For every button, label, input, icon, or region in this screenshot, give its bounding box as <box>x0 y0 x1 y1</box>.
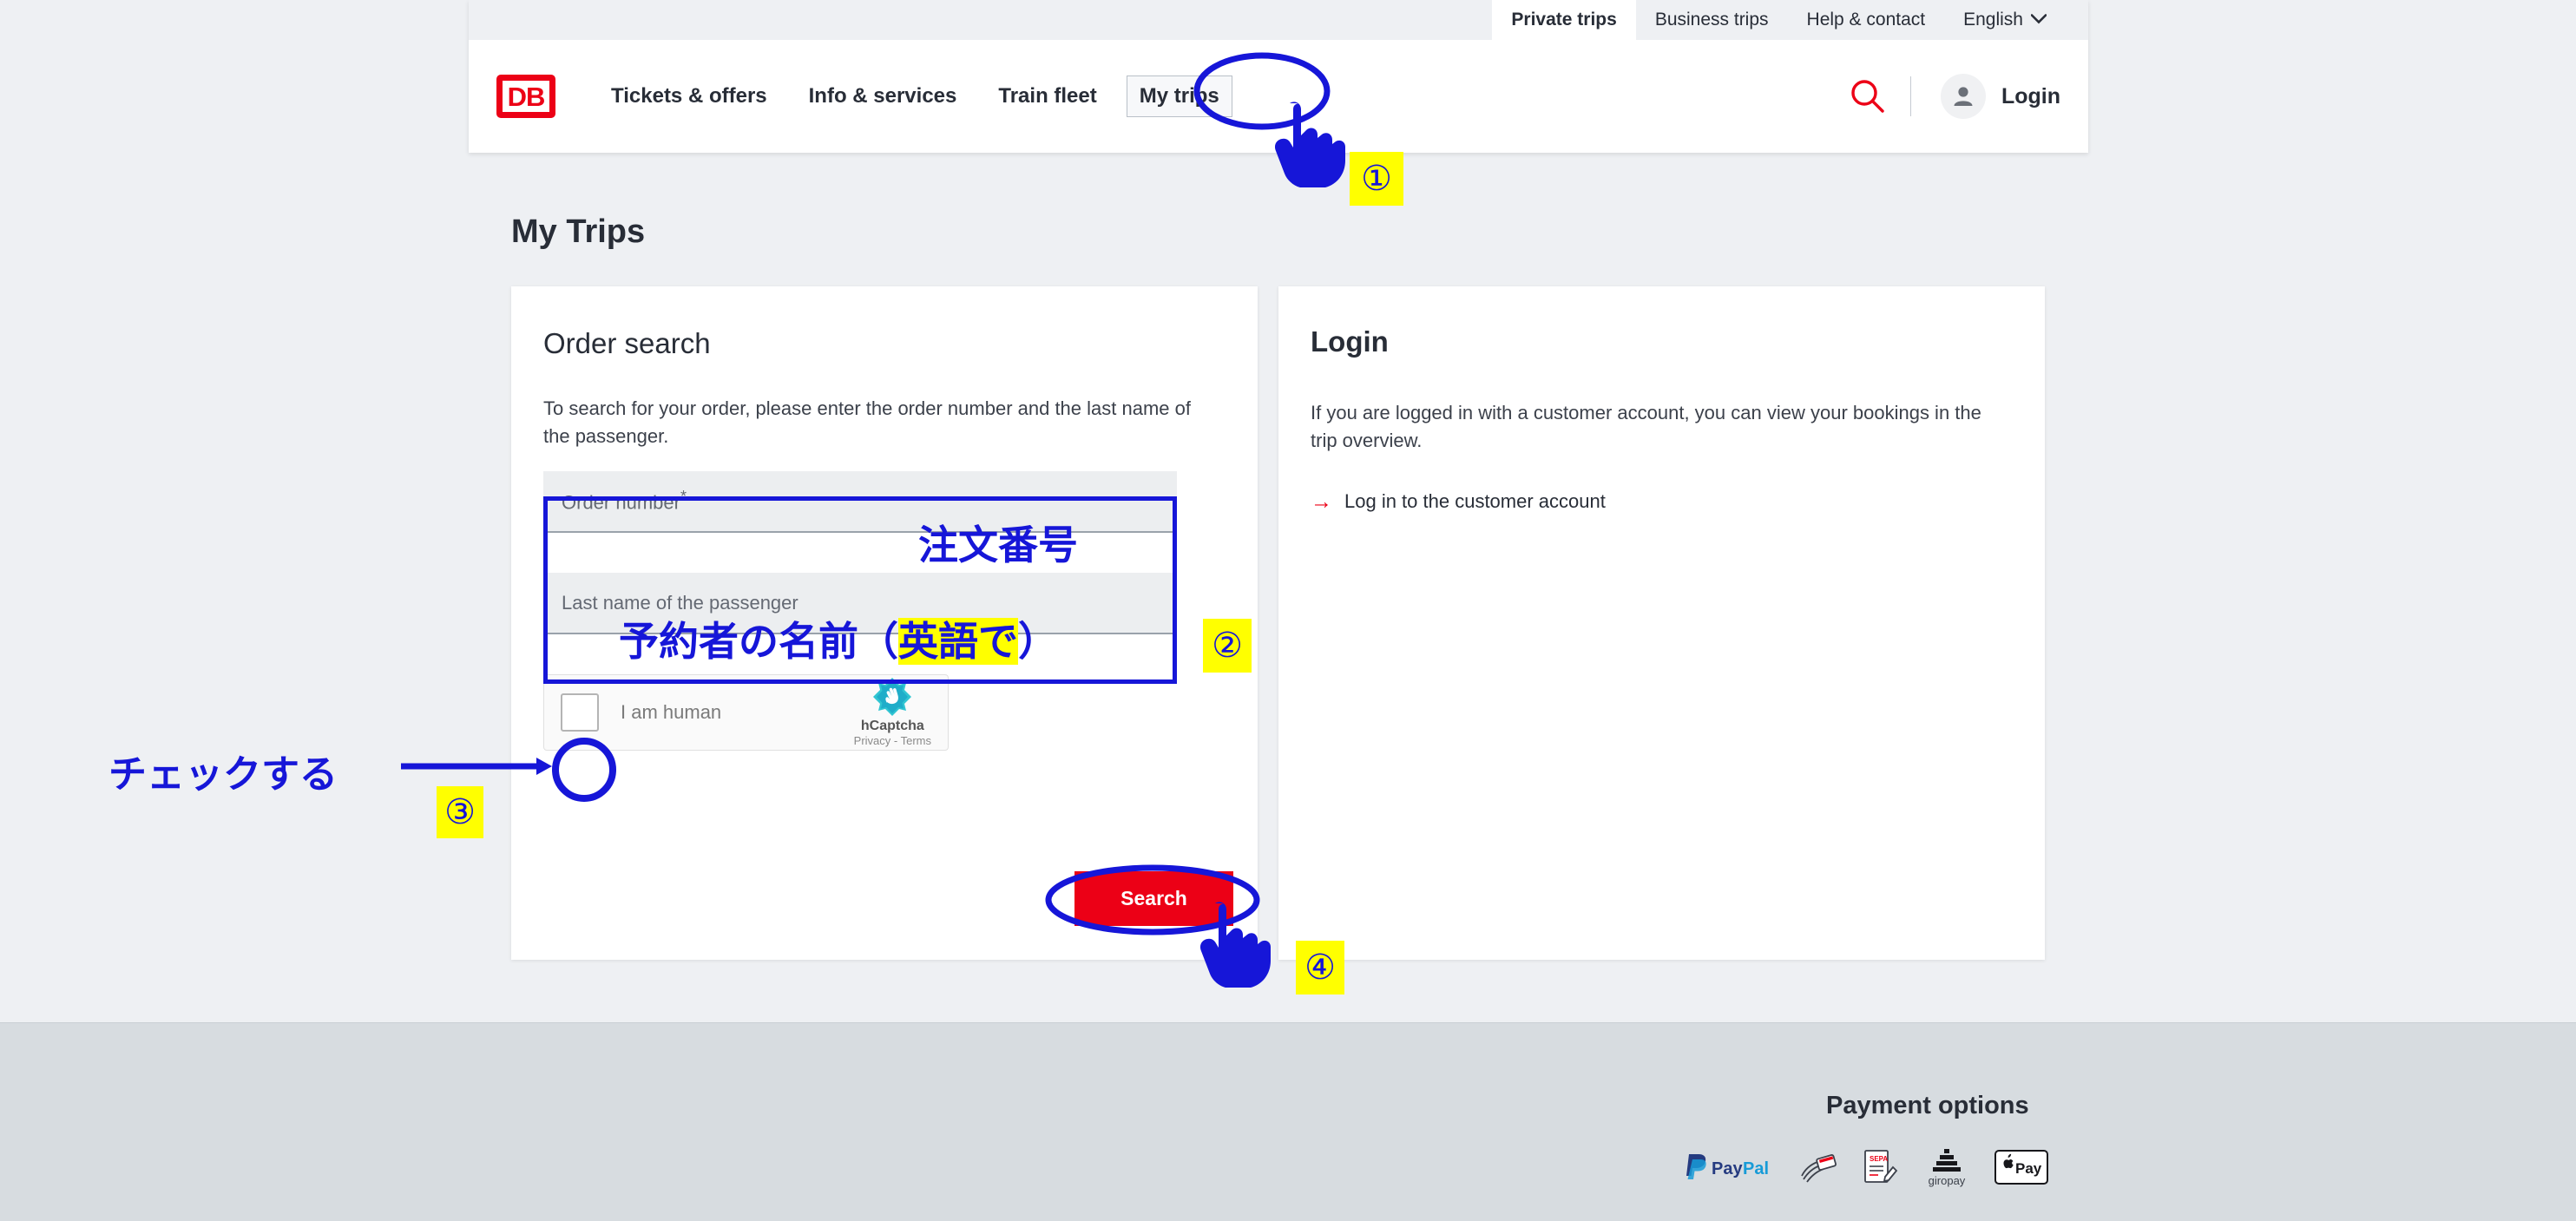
meta-nav-label: English <box>1963 10 2023 30</box>
credit-card-icon <box>1798 1147 1838 1187</box>
svg-text:SEPA: SEPA <box>1870 1155 1888 1163</box>
sepa-direct-debit-icon: SEPA <box>1863 1147 1899 1187</box>
hcaptcha-terms-link[interactable]: Privacy - Terms <box>854 734 931 748</box>
step-badge-2: ② <box>1203 619 1252 673</box>
meta-nav-business-trips[interactable]: Business trips <box>1636 0 1788 40</box>
i-am-human-checkbox[interactable] <box>561 693 599 732</box>
meta-nav-label: Help & contact <box>1806 10 1926 30</box>
page-title: My Trips <box>511 213 646 250</box>
order-search-description: To search for your order, please enter t… <box>543 397 1191 447</box>
db-logo-text: DB <box>507 81 546 112</box>
apple-pay-icon: Pay <box>1994 1147 2048 1187</box>
nav-item-label: Train fleet <box>998 84 1097 108</box>
giropay-icon: giropay <box>1923 1147 1970 1187</box>
header-divider <box>1909 76 1911 116</box>
svg-text:giropay: giropay <box>1929 1174 1966 1187</box>
main-navigation: DB Tickets & offers Info & services Trai… <box>469 40 2088 153</box>
customer-account-link-label: Log in to the customer account <box>1344 490 1606 512</box>
footer <box>0 1022 2576 1221</box>
avatar[interactable] <box>1940 74 1986 119</box>
step-badge-3: ③ <box>437 786 483 838</box>
hcaptcha-brand-name: hCaptcha <box>860 719 924 734</box>
search-icon[interactable] <box>1848 76 1888 116</box>
meta-nav-label: Business trips <box>1654 10 1769 30</box>
chevron-down-icon <box>2030 13 2047 28</box>
step-badge-1: ① <box>1350 152 1403 206</box>
nav-item-my-trips[interactable]: My trips <box>1126 75 1232 117</box>
login-heading: Login <box>1311 325 1389 358</box>
header-actions: Login <box>1848 74 2060 119</box>
order-search-heading: Order search <box>543 327 711 359</box>
main-nav-links: Tickets & offers Info & services Train f… <box>590 75 1232 117</box>
header-login-label[interactable]: Login <box>2001 84 2060 109</box>
meta-nav-help-contact[interactable]: Help & contact <box>1788 0 1945 40</box>
login-description: If you are logged in with a customer acc… <box>1311 402 1981 451</box>
nav-item-label: My trips <box>1139 84 1219 108</box>
payment-methods-row: Pay Pal SEPA giropay Pay <box>1684 1141 2048 1193</box>
nav-item-train-fleet[interactable]: Train fleet <box>977 86 1117 107</box>
nav-item-tickets-offers[interactable]: Tickets & offers <box>590 86 788 107</box>
nav-item-info-services[interactable]: Info & services <box>788 86 978 107</box>
db-logo[interactable]: DB <box>496 75 555 118</box>
annotation-order-number-jp: 注文番号 <box>918 522 1078 568</box>
svg-text:Pay: Pay <box>1712 1159 1743 1178</box>
svg-text:Pay: Pay <box>2015 1160 2042 1177</box>
annotation-last-name-jp: 予約者の名前（英語で） <box>619 618 1058 665</box>
login-card: Login If you are logged in with a custom… <box>1278 286 2045 960</box>
annotation-check-jp: チェックする <box>108 752 338 797</box>
nav-item-label: Info & services <box>808 84 957 108</box>
search-button[interactable]: Search <box>1074 871 1233 926</box>
svg-text:Pal: Pal <box>1743 1159 1769 1178</box>
meta-nav-label: Private trips <box>1511 10 1617 30</box>
customer-account-link[interactable]: → Log in to the customer account <box>1311 490 1606 513</box>
meta-navigation: Private trips Business trips Help & cont… <box>469 0 2088 40</box>
paypal-icon: Pay Pal <box>1684 1147 1774 1187</box>
nav-item-label: Tickets & offers <box>611 84 767 108</box>
i-am-human-label: I am human <box>621 701 722 723</box>
step-badge-4: ④ <box>1296 941 1344 995</box>
hcaptcha-widget: I am human hCaptcha Privacy - Terms <box>543 674 949 751</box>
hcaptcha-brand: hCaptcha Privacy - Terms <box>854 677 931 747</box>
meta-nav-language-selector[interactable]: English <box>1944 0 2066 40</box>
page-root: Private trips Business trips Help & cont… <box>0 0 2576 1221</box>
meta-nav-private-trips[interactable]: Private trips <box>1492 0 1636 40</box>
arrow-right-icon: → <box>1311 489 1332 514</box>
payment-options-title: Payment options <box>1826 1092 2029 1119</box>
